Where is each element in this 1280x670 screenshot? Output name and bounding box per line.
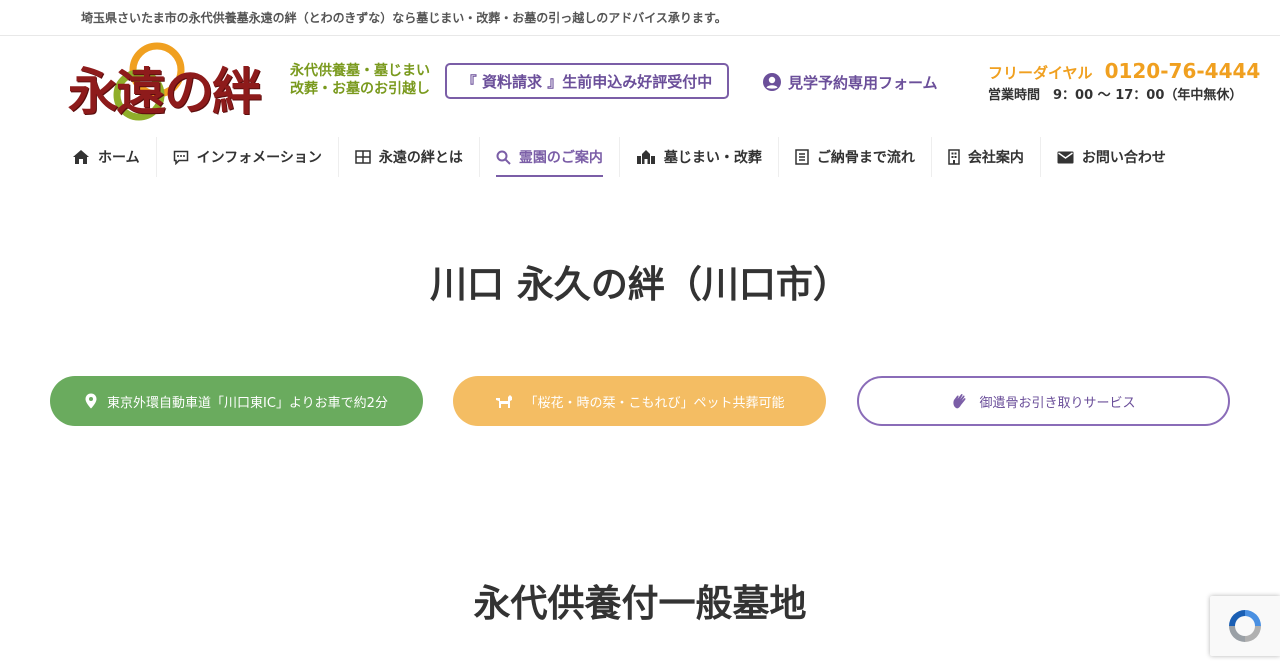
recaptcha-icon [1229, 610, 1261, 642]
access-info-label: 東京外環自動車道「川口東IC」よりお車で約2分 [107, 395, 388, 411]
nav-label-company: 会社案内 [967, 150, 1024, 166]
document-icon [795, 149, 809, 165]
hand-wave-icon [953, 394, 966, 409]
map-pin-icon [85, 393, 97, 409]
user-circle-icon [763, 73, 781, 91]
home-icon [73, 150, 89, 164]
chat-icon [173, 150, 188, 165]
free-dial-label: フリーダイヤル [988, 64, 1093, 82]
document-request-button[interactable]: 『 資料請求 』生前申込み好評受付中 [445, 63, 729, 99]
top-bar: 埼玉県さいたま市の永代供養墓永遠の絆（とわのきずな）なら墓じまい・改葬・お墓の引… [0, 0, 1280, 36]
phone-block: フリーダイヤル 0120-76-4444 営業時間 9：00 ～ 17：00（年… [988, 59, 1260, 103]
global-nav: ホーム インフォメーション 永遠の絆とは 霊園のご案内 墓じまい・改葬 ご納骨ま… [56, 137, 1182, 177]
pet-burial-label: 「桜花・時の栞・こもれび」ペット共葬可能 [524, 395, 785, 411]
nav-label-home: ホーム [98, 150, 140, 166]
page-title: 川口 永久の絆（川口市） [430, 262, 850, 306]
logo-text: 永遠の絆 [68, 62, 262, 121]
mail-icon [1057, 151, 1074, 163]
access-info-button[interactable]: 東京外環自動車道「川口東IC」よりお車で約2分 [50, 376, 423, 426]
nav-item-company[interactable]: 会社案内 [932, 137, 1041, 177]
tagline-line-2: 改葬・お墓のお引越し [290, 81, 430, 97]
remains-pickup-button[interactable]: 御遺骨お引き取りサービス [857, 376, 1230, 426]
nav-label-grave-closing: 墓じまい・改葬 [663, 150, 762, 166]
visit-reservation-link[interactable]: 見学予約専用フォーム [762, 70, 938, 94]
building-icon [636, 150, 655, 164]
office-icon [948, 149, 960, 165]
visit-reservation-label: 見学予約専用フォーム [788, 73, 938, 92]
dog-icon [496, 395, 513, 408]
business-hours: 営業時間 9：00 ～ 17：00（年中無休） [988, 88, 1243, 103]
nav-item-information[interactable]: インフォメーション [157, 137, 339, 177]
nav-item-home[interactable]: ホーム [56, 137, 157, 177]
nav-label-burial-flow: ご納骨まで流れ [816, 150, 915, 166]
nav-item-about[interactable]: 永遠の絆とは [339, 137, 480, 177]
nav-label-contact: お問い合わせ [1081, 150, 1166, 166]
nav-label-cemetery-guide: 霊園のご案内 [518, 150, 603, 166]
section-title: 永代供養付一般墓地 [473, 581, 807, 625]
nav-label-information: インフォメーション [196, 150, 322, 166]
phone-number[interactable]: 0120-76-4444 [1105, 59, 1261, 83]
site-logo[interactable]: 永遠の絆 [64, 40, 262, 122]
header-tagline: 永代供養墓・墓じまい 改葬・お墓のお引越し [280, 62, 430, 98]
tagline-line-1: 永代供養墓・墓じまい [290, 63, 430, 79]
remains-pickup-label: 御遺骨お引き取りサービス [979, 395, 1136, 411]
pet-burial-button[interactable]: 「桜花・時の栞・こもれび」ペット共葬可能 [453, 376, 826, 426]
grid-icon [355, 150, 371, 164]
recaptcha-badge[interactable] [1210, 596, 1280, 656]
nav-label-about: 永遠の絆とは [378, 150, 463, 166]
nav-item-grave-closing[interactable]: 墓じまい・改葬 [620, 137, 779, 177]
top-bar-text: 埼玉県さいたま市の永代供養墓永遠の絆（とわのきずな）なら墓じまい・改葬・お墓の引… [81, 11, 727, 25]
nav-item-cemetery-guide[interactable]: 霊園のご案内 [480, 137, 620, 177]
nav-item-burial-flow[interactable]: ご納骨まで流れ [779, 137, 932, 177]
search-icon [496, 150, 511, 165]
nav-item-contact[interactable]: お問い合わせ [1041, 137, 1182, 177]
